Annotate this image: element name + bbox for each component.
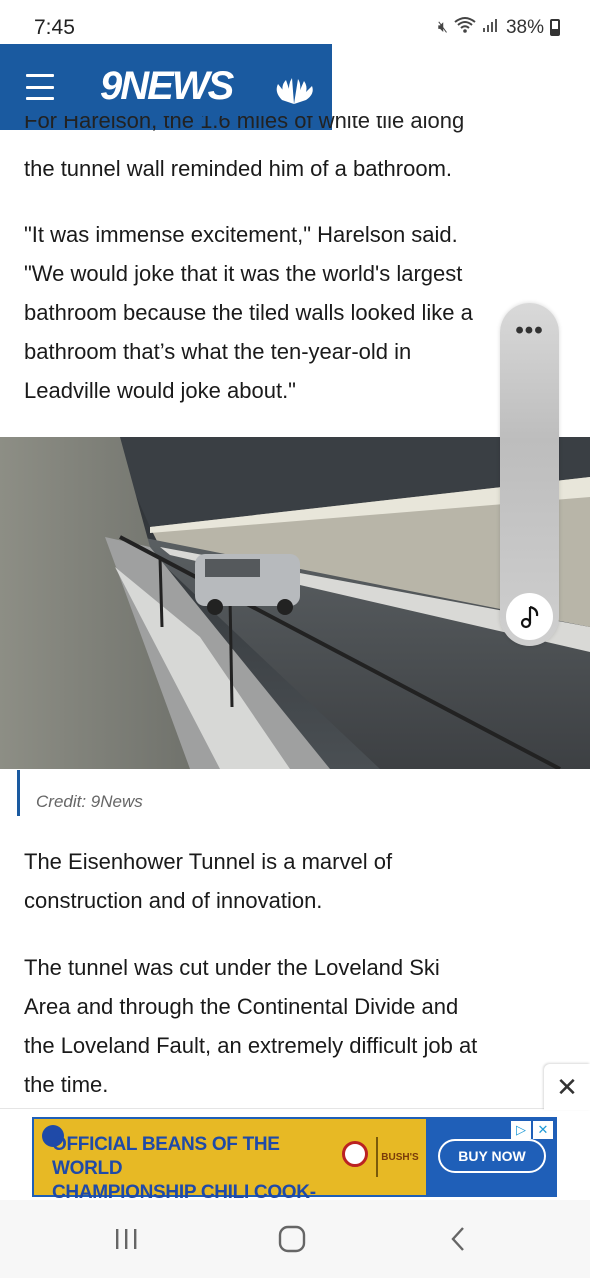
hamburger-menu-icon[interactable] [26,74,54,100]
credit-accent-bar [17,770,20,816]
close-icon: ✕ [556,1071,578,1102]
adchoices-icon[interactable]: ▷ [511,1121,531,1139]
paragraph-4: The tunnel was cut under the Loveland Sk… [24,955,478,1097]
photo-credit: Credit: 9News [36,792,143,811]
paragraph-2: "It was immense excitement," Harelson sa… [24,222,473,403]
status-icons: 🔇︎ 38% [438,16,560,39]
back-button[interactable] [438,1222,478,1256]
signal-icon [482,17,500,38]
ad-banner[interactable]: OFFICIAL BEANS OF THE WORLD CHAMPIONSHIP… [32,1117,557,1227]
battery-percent: 38% [505,16,544,38]
chili-cookoff-badge-icon [342,1141,368,1167]
cut-off-text: For Harelson, the 1.6 miles of white til… [24,116,465,133]
status-bar: 7:45 🔇︎ 38% [0,0,590,48]
home-icon [278,1225,306,1253]
peacock-logo-icon [276,78,313,104]
site-logo[interactable]: 9NEWS [100,64,234,109]
recents-icon [116,1229,137,1249]
battery-icon [550,19,560,36]
mute-icon: 🔇︎ [437,18,448,36]
ad-choices[interactable]: ▷ ✕ [511,1121,553,1139]
wifi-icon [454,16,476,39]
home-button[interactable] [272,1222,312,1256]
recents-button[interactable] [106,1222,146,1256]
ad-headline-line-1: OFFICIAL BEANS OF THE WORLD [52,1134,280,1179]
more-options-icon[interactable]: ••• [500,317,559,345]
floating-media-widget[interactable]: ••• [500,303,559,646]
back-icon [451,1227,464,1251]
music-note-icon[interactable] [506,593,553,640]
system-nav-bar [0,1200,590,1278]
buy-now-button[interactable]: BUY NOW [438,1139,546,1173]
cut-off-text-line: For Harelson, the 1.6 miles of white til… [24,116,564,140]
bushs-logo: BUSH'S [376,1137,422,1177]
ad-dismiss-icon[interactable]: ✕ [533,1121,553,1139]
paragraph-1: the tunnel wall reminded him of a bathro… [24,156,453,181]
ad-close-button[interactable]: ✕ [544,1064,590,1110]
paragraph-3: The Eisenhower Tunnel is a marvel of con… [24,849,393,913]
status-time: 7:45 [34,16,75,39]
